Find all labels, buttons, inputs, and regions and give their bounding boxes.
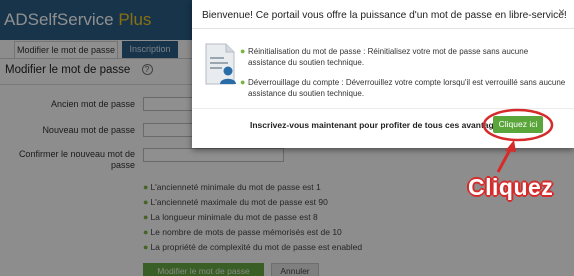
close-icon[interactable]: × — [558, 5, 565, 19]
cta-text: Inscrivez-vous maintenant pour profiter … — [250, 120, 507, 130]
bullet-icon: ● — [240, 77, 246, 87]
cliquez-ici-button[interactable]: Cliquez ici — [493, 116, 543, 133]
welcome-popup: Bienvenue! Ce portail vous offre la puis… — [192, 0, 574, 148]
bullet-icon: ● — [240, 46, 246, 56]
annotation-label: Cliquez — [468, 174, 554, 200]
popup-title: Bienvenue! Ce portail vous offre la puis… — [202, 10, 567, 21]
popup-divider — [192, 28, 574, 29]
document-user-icon — [205, 43, 236, 85]
feature-bullet: ● Réinitialisation du mot de passe : Réin… — [240, 46, 529, 67]
feature-bullet: ● Déverrouillage du compte : Déverrouille… — [240, 77, 566, 98]
popup-footer-divider — [192, 108, 574, 109]
